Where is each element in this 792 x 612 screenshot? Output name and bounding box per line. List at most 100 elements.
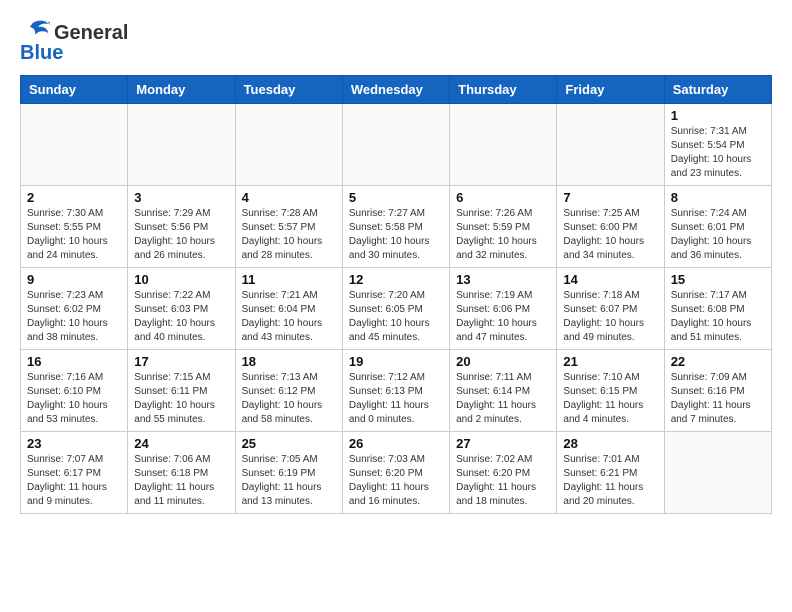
day-number: 15: [671, 272, 765, 287]
calendar-cell: 21 Sunrise: 7:10 AMSunset: 6:15 PMDayligh…: [557, 350, 664, 432]
day-number: 26: [349, 436, 443, 451]
day-info: Sunrise: 7:27 AMSunset: 5:58 PMDaylight:…: [349, 207, 443, 263]
calendar-cell: 6Sunrise: 7:26 AMSunset: 5:59 PMDaylight…: [450, 186, 557, 268]
day-info: Sunrise: 7:17 AMSunset: 6:08 PMDaylight:…: [671, 289, 765, 345]
weekday-header-friday: Friday: [557, 76, 664, 104]
day-number: 17: [134, 354, 228, 369]
day-info: Sunrise: 7:25 AMSunset: 6:00 PMDaylight:…: [563, 207, 657, 263]
day-info: Sunrise: 7:01 AMSunset: 6:21 PMDaylight:…: [563, 453, 657, 509]
calendar-cell: 14Sunrise: 7:18 AMSunset: 6:07 PMDayligh…: [557, 268, 664, 350]
calendar-cell: 16 Sunrise: 7:16 AMSunset: 6:10 PMDayligh…: [21, 350, 128, 432]
week-row-3: 16 Sunrise: 7:16 AMSunset: 6:10 PMDayligh…: [21, 350, 772, 432]
calendar-cell: 7 Sunrise: 7:25 AMSunset: 6:00 PMDaylight…: [557, 186, 664, 268]
day-number: 13: [456, 272, 550, 287]
day-number: 22: [671, 354, 765, 369]
calendar-cell: 19Sunrise: 7:12 AMSunset: 6:13 PMDayligh…: [342, 350, 449, 432]
day-number: 16: [27, 354, 121, 369]
calendar-cell: 1 Sunrise: 7:31 AMSunset: 5:54 PMDaylight…: [664, 104, 771, 186]
calendar-cell: 26 Sunrise: 7:03 AMSunset: 6:20 PMDayligh…: [342, 432, 449, 514]
day-number: 20: [456, 354, 550, 369]
day-number: 9: [27, 272, 121, 287]
day-info: Sunrise: 7:16 AMSunset: 6:10 PMDaylight:…: [27, 371, 121, 427]
calendar-cell: [235, 104, 342, 186]
day-info: Sunrise: 7:26 AMSunset: 5:59 PMDaylight:…: [456, 207, 550, 263]
calendar-cell: 11Sunrise: 7:21 AMSunset: 6:04 PMDayligh…: [235, 268, 342, 350]
day-info: Sunrise: 7:30 AMSunset: 5:55 PMDaylight:…: [27, 207, 121, 263]
day-info: Sunrise: 7:07 AMSunset: 6:17 PMDaylight:…: [27, 453, 121, 509]
calendar-cell: 15 Sunrise: 7:17 AMSunset: 6:08 PMDayligh…: [664, 268, 771, 350]
calendar-cell: [450, 104, 557, 186]
weekday-header-monday: Monday: [128, 76, 235, 104]
day-info: Sunrise: 7:31 AMSunset: 5:54 PMDaylight:…: [671, 125, 765, 181]
calendar-cell: [664, 432, 771, 514]
calendar-cell: 28 Sunrise: 7:01 AMSunset: 6:21 PMDayligh…: [557, 432, 664, 514]
logo-general-text: General: [54, 22, 128, 44]
day-number: 28: [563, 436, 657, 451]
day-number: 4: [242, 190, 336, 205]
calendar-cell: 23 Sunrise: 7:07 AMSunset: 6:17 PMDayligh…: [21, 432, 128, 514]
day-info: Sunrise: 7:28 AMSunset: 5:57 PMDaylight:…: [242, 207, 336, 263]
weekday-header-thursday: Thursday: [450, 76, 557, 104]
day-number: 3: [134, 190, 228, 205]
day-number: 23: [27, 436, 121, 451]
day-info: Sunrise: 7:02 AMSunset: 6:20 PMDaylight:…: [456, 453, 550, 509]
page-header: General Blue: [20, 20, 772, 65]
day-info: Sunrise: 7:11 AMSunset: 6:14 PMDaylight:…: [456, 371, 550, 427]
week-row-2: 9 Sunrise: 7:23 AMSunset: 6:02 PMDaylight…: [21, 268, 772, 350]
day-info: Sunrise: 7:22 AMSunset: 6:03 PMDaylight:…: [134, 289, 228, 345]
day-number: 14: [563, 272, 657, 287]
calendar-cell: 8 Sunrise: 7:24 AMSunset: 6:01 PMDaylight…: [664, 186, 771, 268]
weekday-header-saturday: Saturday: [664, 76, 771, 104]
day-number: 2: [27, 190, 121, 205]
day-number: 11: [242, 272, 336, 287]
day-info: Sunrise: 7:10 AMSunset: 6:15 PMDaylight:…: [563, 371, 657, 427]
calendar-cell: 2 Sunrise: 7:30 AMSunset: 5:55 PMDaylight…: [21, 186, 128, 268]
day-info: Sunrise: 7:20 AMSunset: 6:05 PMDaylight:…: [349, 289, 443, 345]
weekday-header-row: SundayMondayTuesdayWednesdayThursdayFrid…: [21, 76, 772, 104]
day-number: 24: [134, 436, 228, 451]
day-info: Sunrise: 7:29 AMSunset: 5:56 PMDaylight:…: [134, 207, 228, 263]
calendar-cell: 10 Sunrise: 7:22 AMSunset: 6:03 PMDayligh…: [128, 268, 235, 350]
day-number: 25: [242, 436, 336, 451]
day-info: Sunrise: 7:15 AMSunset: 6:11 PMDaylight:…: [134, 371, 228, 427]
weekday-header-tuesday: Tuesday: [235, 76, 342, 104]
day-info: Sunrise: 7:06 AMSunset: 6:18 PMDaylight:…: [134, 453, 228, 509]
calendar-cell: 12Sunrise: 7:20 AMSunset: 6:05 PMDayligh…: [342, 268, 449, 350]
logo: General Blue: [20, 20, 128, 65]
week-row-1: 2 Sunrise: 7:30 AMSunset: 5:55 PMDaylight…: [21, 186, 772, 268]
day-info: Sunrise: 7:24 AMSunset: 6:01 PMDaylight:…: [671, 207, 765, 263]
day-info: Sunrise: 7:05 AMSunset: 6:19 PMDaylight:…: [242, 453, 336, 509]
day-info: Sunrise: 7:12 AMSunset: 6:13 PMDaylight:…: [349, 371, 443, 427]
calendar-body: 1 Sunrise: 7:31 AMSunset: 5:54 PMDaylight…: [21, 104, 772, 514]
weekday-header-wednesday: Wednesday: [342, 76, 449, 104]
week-row-0: 1 Sunrise: 7:31 AMSunset: 5:54 PMDaylight…: [21, 104, 772, 186]
calendar-cell: 22 Sunrise: 7:09 AMSunset: 6:16 PMDayligh…: [664, 350, 771, 432]
week-row-4: 23 Sunrise: 7:07 AMSunset: 6:17 PMDayligh…: [21, 432, 772, 514]
calendar-cell: 4 Sunrise: 7:28 AMSunset: 5:57 PMDaylight…: [235, 186, 342, 268]
day-number: 8: [671, 190, 765, 205]
day-info: Sunrise: 7:09 AMSunset: 6:16 PMDaylight:…: [671, 371, 765, 427]
day-info: Sunrise: 7:13 AMSunset: 6:12 PMDaylight:…: [242, 371, 336, 427]
day-info: Sunrise: 7:03 AMSunset: 6:20 PMDaylight:…: [349, 453, 443, 509]
calendar-cell: [342, 104, 449, 186]
calendar-cell: [128, 104, 235, 186]
day-info: Sunrise: 7:23 AMSunset: 6:02 PMDaylight:…: [27, 289, 121, 345]
calendar-cell: 9 Sunrise: 7:23 AMSunset: 6:02 PMDaylight…: [21, 268, 128, 350]
day-number: 27: [456, 436, 550, 451]
day-number: 5: [349, 190, 443, 205]
calendar-cell: [21, 104, 128, 186]
day-number: 1: [671, 108, 765, 123]
logo-blue-text: Blue: [20, 42, 63, 65]
calendar-cell: [557, 104, 664, 186]
day-number: 21: [563, 354, 657, 369]
weekday-header-sunday: Sunday: [21, 76, 128, 104]
calendar-cell: 27 Sunrise: 7:02 AMSunset: 6:20 PMDayligh…: [450, 432, 557, 514]
calendar-cell: 25 Sunrise: 7:05 AMSunset: 6:19 PMDayligh…: [235, 432, 342, 514]
day-number: 7: [563, 190, 657, 205]
calendar-cell: 24 Sunrise: 7:06 AMSunset: 6:18 PMDayligh…: [128, 432, 235, 514]
calendar-cell: 13 Sunrise: 7:19 AMSunset: 6:06 PMDayligh…: [450, 268, 557, 350]
calendar-table: SundayMondayTuesdayWednesdayThursdayFrid…: [20, 75, 772, 514]
calendar-cell: 20 Sunrise: 7:11 AMSunset: 6:14 PMDayligh…: [450, 350, 557, 432]
day-number: 10: [134, 272, 228, 287]
day-info: Sunrise: 7:19 AMSunset: 6:06 PMDaylight:…: [456, 289, 550, 345]
